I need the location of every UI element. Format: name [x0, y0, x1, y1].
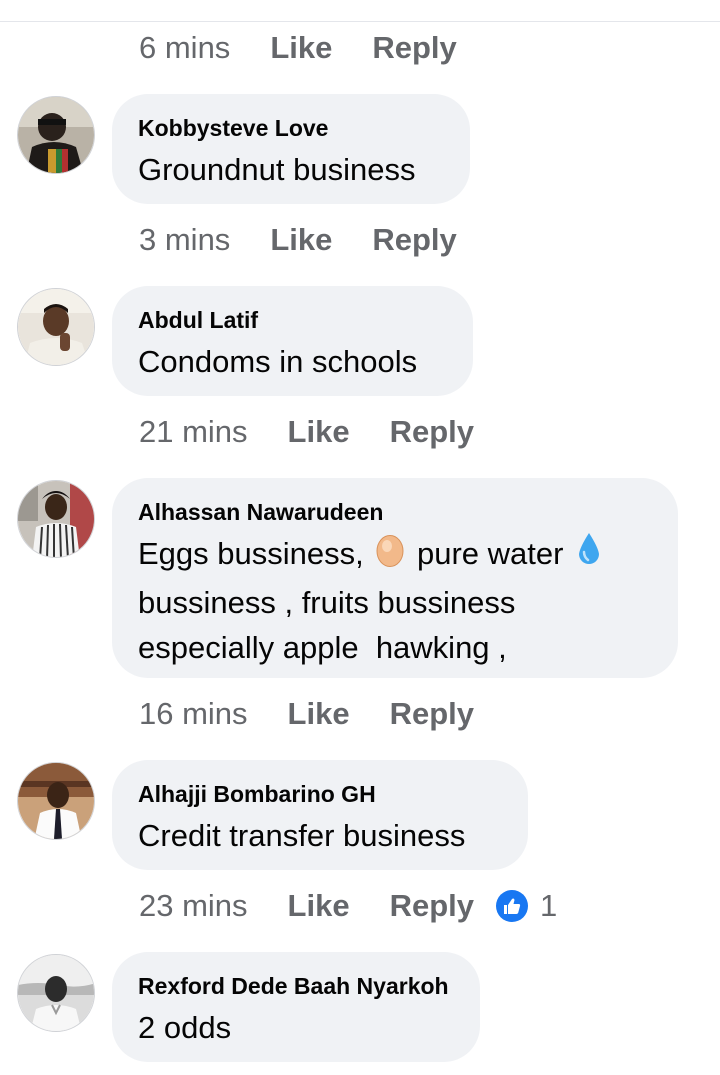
comment-text: Eggs bussiness, pure water bussiness , f…	[138, 531, 652, 670]
comment-actions-row: 6 mins Like Reply	[139, 28, 457, 68]
like-button[interactable]: Like	[288, 888, 350, 924]
comment-bubble: Rexford Dede Baah Nyarkoh 2 odds	[112, 952, 480, 1062]
reply-button[interactable]: Reply	[390, 696, 474, 732]
comment-text: Condoms in schools	[138, 344, 418, 379]
avatar[interactable]	[17, 762, 95, 840]
like-button[interactable]: Like	[270, 222, 332, 258]
comment-bubble: Alhassan Nawarudeen Eggs bussiness, pure…	[112, 478, 678, 678]
comment-author[interactable]: Alhassan Nawarudeen	[138, 498, 652, 526]
comment-author[interactable]: Abdul Latif	[138, 306, 447, 334]
comment-actions-row: 3 mins Like Reply	[139, 220, 457, 260]
comment-text: Credit transfer business	[138, 818, 466, 853]
comment-bubble: Alhajji Bombarino GH Credit transfer bus…	[112, 760, 528, 870]
comment-text-part: especially apple hawking ,	[138, 629, 507, 665]
droplet-emoji	[576, 532, 602, 580]
avatar[interactable]	[17, 954, 95, 1032]
comment-author[interactable]: Rexford Dede Baah Nyarkoh	[138, 972, 454, 1000]
reaction-count: 1	[540, 888, 558, 923]
reply-button[interactable]: Reply	[372, 222, 456, 258]
reply-button[interactable]: Reply	[390, 414, 474, 450]
like-button[interactable]: Like	[270, 30, 332, 66]
avatar[interactable]	[17, 96, 95, 174]
like-button[interactable]: Like	[288, 696, 350, 732]
comment-text: 2 odds	[138, 1010, 232, 1045]
comment-actions-row: 16 mins Like Reply	[139, 694, 474, 734]
egg-emoji	[376, 533, 404, 579]
comment-bubble: Abdul Latif Condoms in schools	[112, 286, 473, 396]
like-button[interactable]: Like	[288, 414, 350, 450]
comment-text-part: bussiness , fruits bussiness	[138, 584, 516, 620]
comment-bubble: Kobbysteve Love Groundnut business	[112, 94, 470, 204]
comment-actions-row: 21 mins Like Reply	[139, 412, 474, 452]
comment-actions-row: 23 mins Like Reply 1	[139, 886, 557, 926]
comment-timestamp[interactable]: 16 mins	[139, 696, 248, 732]
avatar[interactable]	[17, 480, 95, 558]
comment-text-part: pure water	[408, 536, 573, 571]
comment-timestamp[interactable]: 3 mins	[139, 222, 230, 258]
comment-timestamp[interactable]: 23 mins	[139, 888, 248, 924]
reactions-summary[interactable]: 1	[496, 888, 557, 924]
top-divider	[0, 21, 720, 22]
reply-button[interactable]: Reply	[372, 30, 456, 66]
avatar[interactable]	[17, 288, 95, 366]
comment-text-part: Eggs bussiness,	[138, 536, 373, 571]
comment-timestamp[interactable]: 6 mins	[139, 30, 230, 66]
comment-text: Groundnut business	[138, 152, 416, 187]
reply-button[interactable]: Reply	[390, 888, 474, 924]
comment-timestamp[interactable]: 21 mins	[139, 414, 248, 450]
comment-author[interactable]: Kobbysteve Love	[138, 114, 444, 142]
like-reaction-icon	[496, 890, 528, 922]
comment-author[interactable]: Alhajji Bombarino GH	[138, 780, 502, 808]
